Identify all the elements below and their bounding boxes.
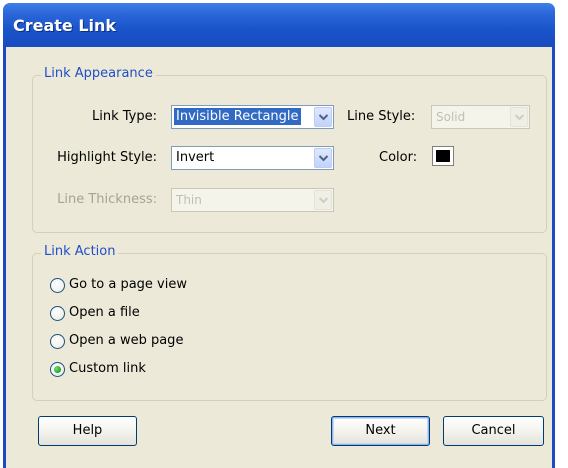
radio-label: Open a web page (69, 333, 184, 348)
highlight-style-select[interactable]: Invert (171, 146, 334, 170)
line-thickness-value: Thin (176, 193, 202, 207)
dialog-title: Create Link (13, 16, 117, 35)
radio-label: Go to a page view (69, 277, 187, 292)
radio-button[interactable] (50, 278, 65, 293)
radio-button[interactable] (50, 334, 65, 349)
link-type-select[interactable]: Invisible Rectangle (171, 105, 334, 129)
link-appearance-legend: Link Appearance (41, 66, 156, 81)
highlight-style-value: Invert (176, 150, 215, 165)
link-action-group: Link Action (32, 244, 547, 401)
line-style-label: Line Style: (347, 109, 416, 124)
radio-selected-dot (54, 366, 61, 373)
line-thickness-select: Thin (171, 188, 334, 212)
line-style-dropdown-button (510, 107, 528, 127)
color-swatch[interactable] (432, 146, 454, 166)
link-type-dropdown-button[interactable] (314, 107, 332, 127)
link-action-legend: Link Action (41, 244, 119, 259)
radio-button[interactable] (50, 306, 65, 321)
highlight-style-dropdown-button[interactable] (314, 148, 332, 168)
line-style-value: Solid (436, 110, 466, 124)
link-appearance-group: Link Appearance Link Type: Invisible Rec… (32, 66, 547, 233)
color-label: Color: (379, 150, 418, 165)
radio-label: Open a file (69, 305, 140, 320)
chevron-down-icon (319, 114, 328, 121)
title-bar[interactable]: Create Link (3, 3, 555, 47)
create-link-dialog: Create Link Link Appearance Link Type: I… (0, 0, 568, 468)
line-thickness-label: Line Thickness: (57, 192, 157, 207)
highlight-style-label: Highlight Style: (57, 150, 157, 165)
dialog-body: Link Appearance Link Type: Invisible Rec… (3, 47, 555, 468)
color-fill (436, 150, 450, 162)
chevron-down-icon (515, 114, 524, 121)
cancel-button[interactable]: Cancel (443, 416, 544, 446)
help-button[interactable]: Help (38, 416, 137, 446)
radio-button[interactable] (50, 362, 65, 377)
link-type-label: Link Type: (92, 109, 157, 124)
radio-label: Custom link (69, 361, 146, 376)
chevron-down-icon (319, 155, 328, 162)
next-button[interactable]: Next (331, 416, 430, 446)
line-thickness-dropdown-button (314, 190, 332, 210)
line-style-select: Solid (431, 105, 530, 129)
link-type-value: Invisible Rectangle (174, 108, 301, 125)
chevron-down-icon (319, 197, 328, 204)
